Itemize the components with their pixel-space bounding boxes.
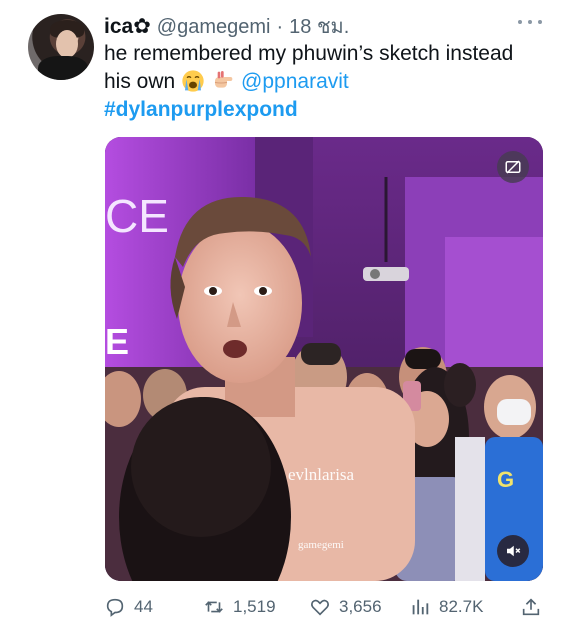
tweet-text-line-2: his own @ppnaravit (104, 68, 554, 96)
more-options-icon[interactable] (518, 12, 542, 32)
user-handle[interactable]: @gamegemi (157, 16, 271, 39)
timestamp[interactable]: 18 ชม. (289, 10, 349, 42)
video-watermark-2: gamegemi (298, 539, 344, 551)
tweet: ica✿ @gamegemi · 18 ชม. he remembered my… (0, 0, 572, 640)
svg-text:G: G (497, 467, 514, 492)
backhand-index-pointing-right-emoji (214, 71, 233, 88)
reply-button[interactable]: 44 (104, 594, 153, 620)
share-button[interactable] (520, 594, 542, 620)
video-frame: CE E G (105, 137, 543, 581)
separator-dot: · (276, 16, 284, 38)
tweet-text-line-1: he remembered my phuwin’s sketch instead (104, 42, 514, 65)
avatar-face (56, 30, 78, 58)
like-count: 3,656 (339, 597, 382, 616)
loudly-crying-face-emoji (182, 70, 204, 92)
like-button[interactable]: 3,656 (309, 594, 382, 620)
retweet-icon (205, 601, 223, 613)
avatar-shirt (38, 56, 88, 80)
views-count: 82.7K (439, 597, 484, 616)
svg-text:CE: CE (105, 190, 169, 242)
speaker-muted-icon[interactable] (497, 535, 529, 567)
avatar[interactable] (28, 14, 94, 80)
retweet-button[interactable]: 1,519 (203, 594, 276, 620)
heart-icon (311, 599, 329, 616)
closed-captions-icon[interactable] (497, 151, 529, 183)
tweet-text-line-2-prefix: his own (104, 70, 176, 93)
video-watermark-1: evlnlarisa (288, 465, 355, 484)
tweet-video[interactable]: CE E G evlnlarisa gamegemi (105, 137, 543, 581)
hashtag-link[interactable]: #dylanpurplexpond (104, 96, 554, 124)
share-icon (522, 598, 540, 616)
mention-link[interactable]: @ppnaravit (241, 70, 349, 93)
display-name[interactable]: ica✿ (104, 14, 151, 39)
reply-icon (106, 598, 124, 617)
tweet-actions: 44 1,519 3,656 82.7K (104, 594, 544, 620)
views-button[interactable]: 82.7K (409, 594, 483, 620)
svg-text:E: E (105, 321, 129, 362)
retweet-count: 1,519 (233, 597, 276, 616)
tweet-header: ica✿ @gamegemi · 18 ชม. (104, 10, 349, 39)
views-chart-icon (412, 599, 429, 615)
tweet-text: he remembered my phuwin’s sketch instead… (104, 40, 554, 124)
reply-count: 44 (134, 597, 153, 616)
